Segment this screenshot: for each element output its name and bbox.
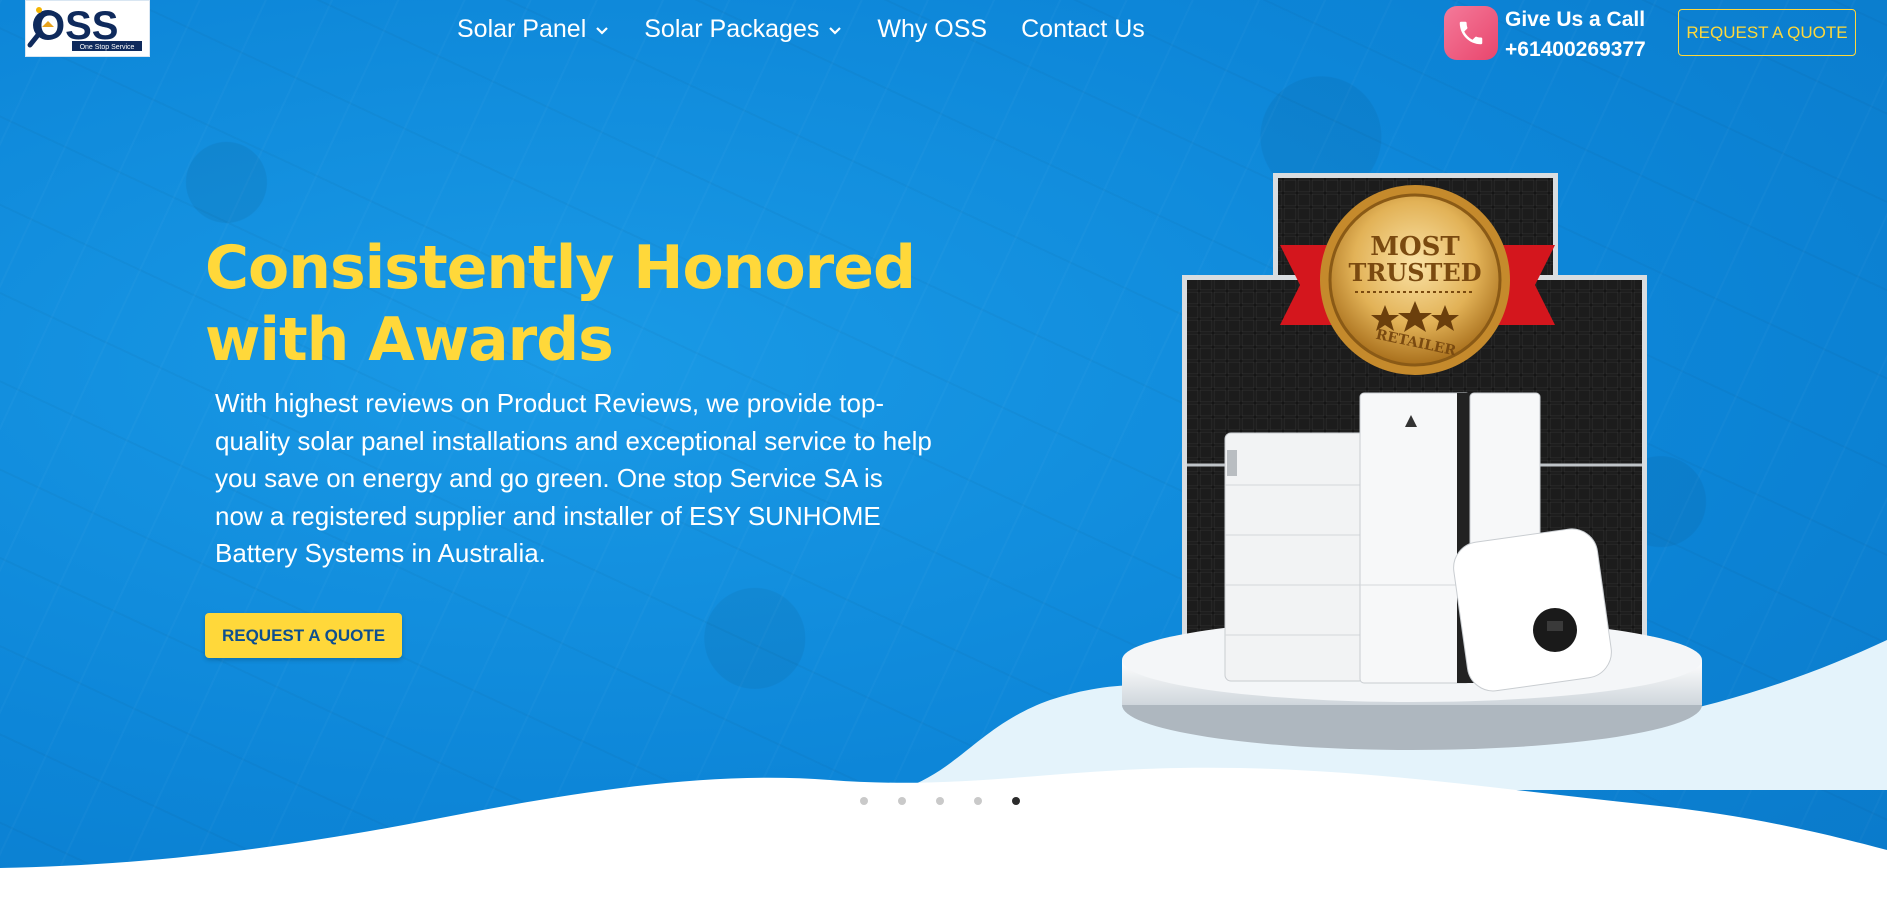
badge-trusted: TRUSTED: [1348, 258, 1481, 287]
nav-label: Why OSS: [877, 15, 988, 43]
hero-headline: Consistently Honored with Awards: [205, 232, 965, 376]
phone-number[interactable]: +61400269377: [1505, 35, 1646, 65]
phone-icon[interactable]: [1444, 6, 1498, 60]
carousel-dot-2[interactable]: [898, 797, 906, 805]
hero-quote-button[interactable]: REQUEST A QUOTE: [205, 613, 402, 658]
hero-description: With highest reviews on Product Reviews,…: [215, 388, 932, 569]
call-label: Give Us a Call: [1505, 8, 1646, 31]
nav-item-why-oss[interactable]: Why OSS: [877, 15, 987, 44]
site-logo[interactable]: OSS One Stop Service: [25, 0, 150, 57]
hero-section: OSS One Stop Service Solar Panel Solar P…: [0, 0, 1887, 912]
nav-item-contact-us[interactable]: Contact Us: [1021, 15, 1145, 44]
call-info: Give Us a Call +61400269377: [1505, 5, 1646, 65]
chevron-down-icon: [596, 26, 609, 35]
carousel-dot-4[interactable]: [974, 797, 982, 805]
nav-label: Solar Packages: [644, 15, 820, 43]
nav-label: Solar Panel: [457, 15, 587, 43]
header-quote-button[interactable]: REQUEST A QUOTE: [1678, 9, 1856, 56]
solar-product-image: MOST TRUSTED RETAILER: [1122, 173, 1702, 750]
carousel-dots: [860, 797, 1020, 805]
carousel-dot-3[interactable]: [936, 797, 944, 805]
nav-item-solar-packages[interactable]: Solar Packages: [644, 15, 843, 44]
carousel-dot-1[interactable]: [860, 797, 868, 805]
carousel-dot-5[interactable]: [1012, 797, 1020, 805]
nav-item-solar-panel[interactable]: Solar Panel: [457, 15, 610, 44]
chevron-down-icon: [829, 26, 842, 35]
nav-label: Contact Us: [1021, 15, 1145, 43]
headline-line-1: Consistently Honored: [205, 233, 916, 303]
main-nav: Solar Panel Solar Packages Why OSS Conta…: [457, 15, 1179, 44]
logo-tagline: One Stop Service: [80, 44, 135, 51]
headline-line-2: with Awards: [205, 305, 614, 375]
